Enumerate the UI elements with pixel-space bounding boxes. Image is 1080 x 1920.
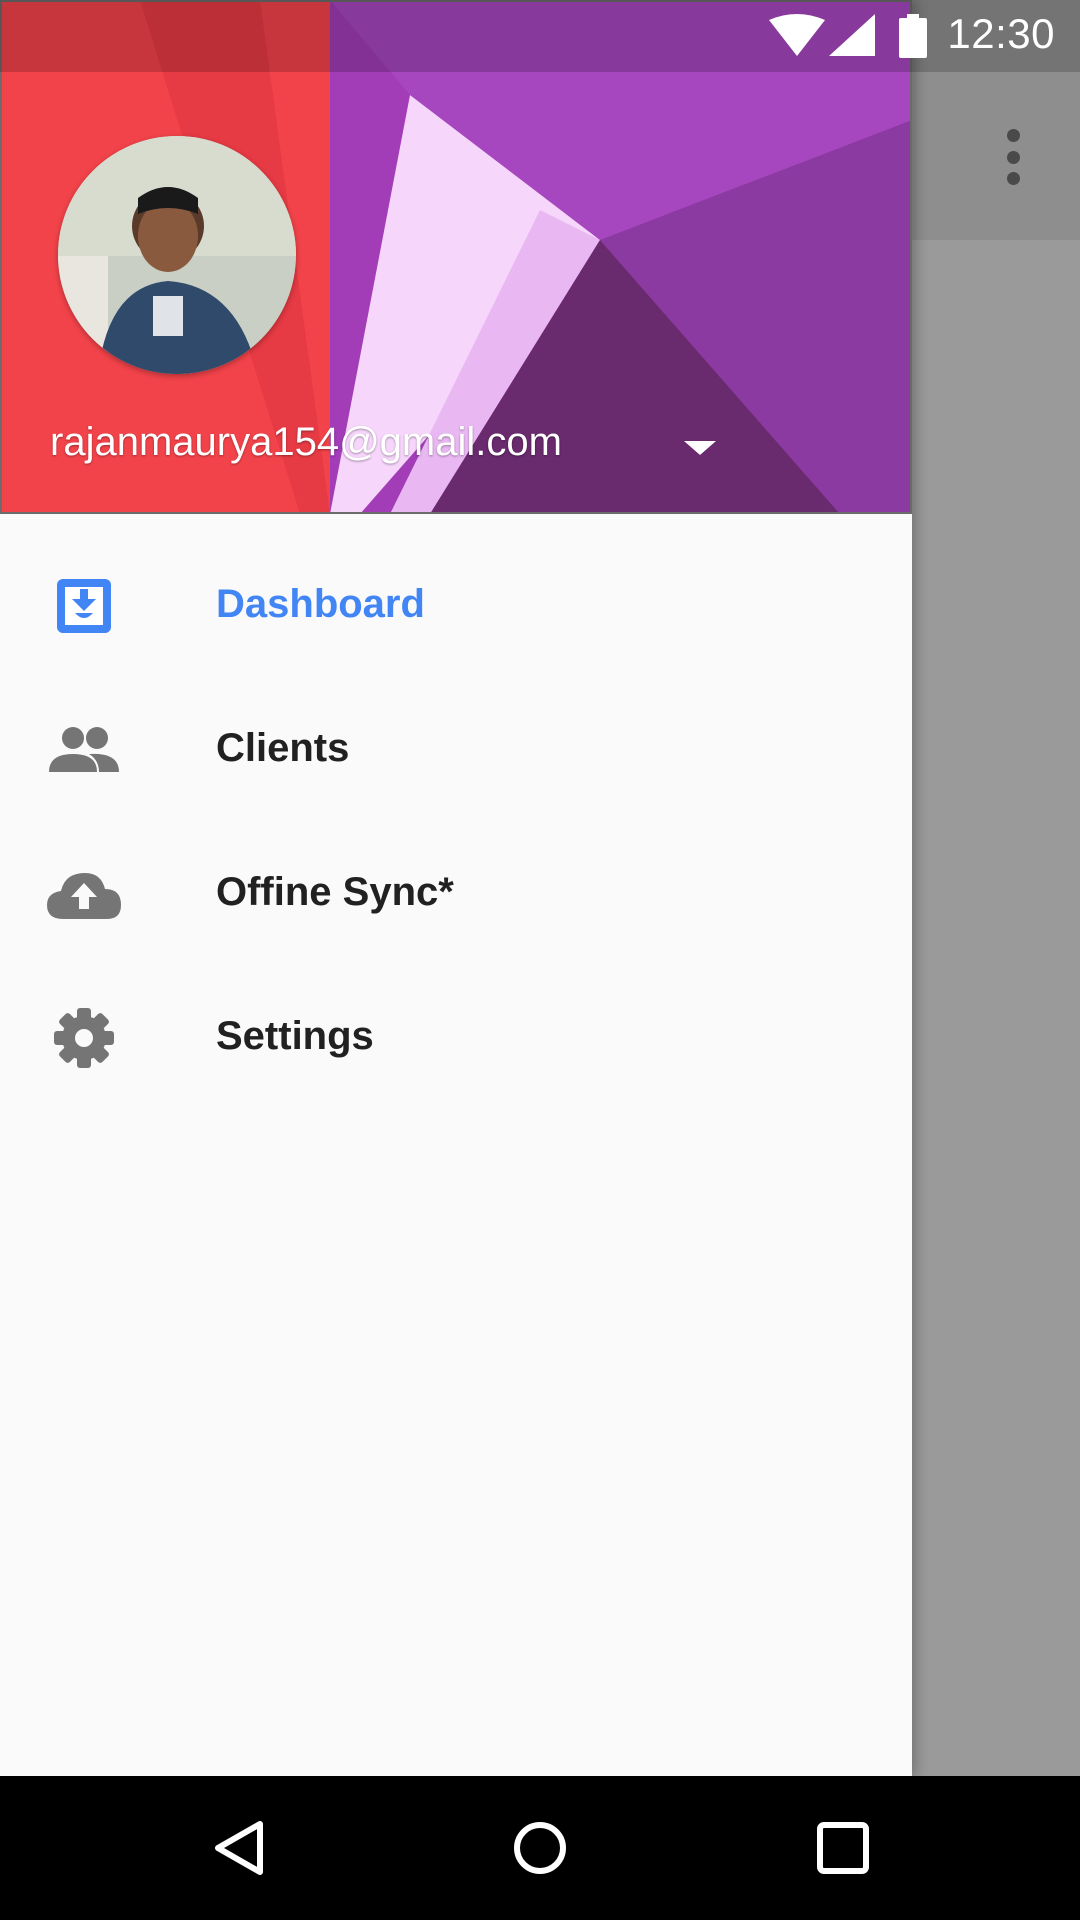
menu-label-offline-sync: Offine Sync* — [216, 870, 454, 914]
status-bar: 12:30 — [0, 0, 1080, 72]
menu-label-clients: Clients — [216, 726, 350, 770]
account-avatar[interactable] — [58, 136, 296, 374]
drawer-menu: Dashboard Clients Offine Sync* Settings — [0, 534, 912, 1110]
cellular-signal-icon — [829, 14, 875, 56]
drawer-header: rajanmaurya154@gmail.com — [0, 0, 912, 514]
chevron-down-icon[interactable] — [682, 437, 718, 459]
status-time: 12:30 — [947, 10, 1055, 57]
cloud-upload-icon — [44, 864, 124, 924]
menu-item-settings[interactable]: Settings — [0, 966, 912, 1110]
menu-item-dashboard[interactable]: Dashboard — [0, 534, 912, 678]
avatar-photo — [58, 136, 296, 374]
wifi-icon — [769, 14, 825, 56]
navigation-drawer: rajanmaurya154@gmail.com Dashboard Clien… — [0, 0, 912, 1776]
inbox-download-icon — [44, 576, 124, 636]
back-icon[interactable] — [212, 1820, 268, 1876]
gear-icon — [44, 1008, 124, 1068]
menu-item-offline-sync[interactable]: Offine Sync* — [0, 822, 912, 966]
recents-icon[interactable] — [817, 1822, 869, 1874]
overflow-menu-icon[interactable] — [985, 125, 1041, 189]
people-icon — [44, 720, 124, 780]
menu-label-dashboard: Dashboard — [216, 582, 425, 626]
menu-label-settings: Settings — [216, 1014, 374, 1058]
account-email: rajanmaurya154@gmail.com — [50, 420, 562, 464]
home-icon[interactable] — [512, 1820, 568, 1876]
menu-item-clients[interactable]: Clients — [0, 678, 912, 822]
system-navigation-bar — [0, 1776, 1080, 1920]
battery-icon — [899, 14, 927, 58]
